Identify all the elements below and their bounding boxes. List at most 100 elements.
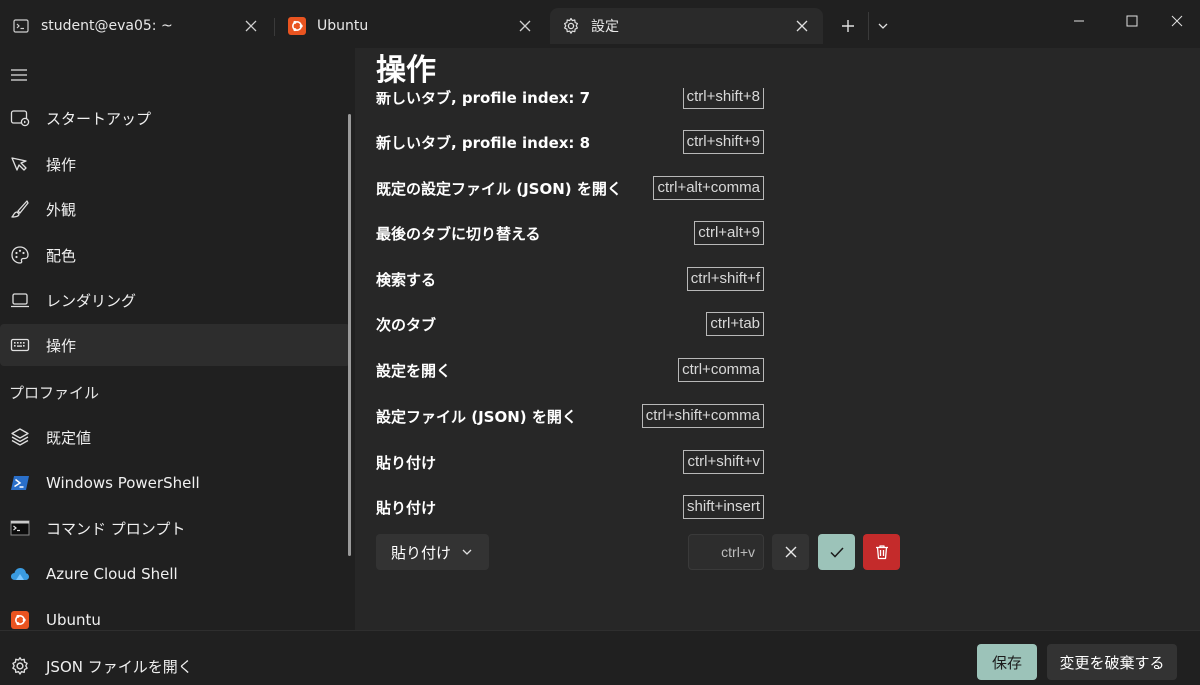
sidebar-scrollbar[interactable]	[348, 114, 351, 556]
gear-icon	[562, 17, 580, 35]
cancel-edit-button[interactable]	[772, 534, 809, 570]
palette-icon	[10, 245, 30, 265]
key-chord: ctrl+shift+v	[683, 450, 764, 474]
action-select-dropdown[interactable]: 貼り付け	[376, 534, 489, 570]
sidebar: スタートアップ 操作 外観 配色 レンダリング 操作 プロファイル 既定値 Wi…	[0, 48, 355, 685]
powershell-icon	[10, 473, 30, 493]
action-name: 新しいタブ, profile index: 8	[376, 134, 591, 152]
new-tab-button[interactable]	[834, 12, 862, 40]
tab-dropdown-button[interactable]	[868, 12, 896, 40]
close-window-button[interactable]	[1154, 4, 1200, 38]
action-select-value: 貼り付け	[391, 543, 452, 562]
sidebar-item-label: スタートアップ	[46, 109, 152, 128]
checkmark-icon	[829, 547, 844, 558]
close-icon[interactable]	[793, 17, 811, 35]
tab-title: student@eva05: ~	[41, 18, 173, 34]
sidebar-item-label: 既定値	[46, 428, 92, 447]
action-name: 貼り付け	[376, 454, 437, 472]
hamburger-menu-icon[interactable]	[10, 66, 28, 84]
sidebar-item-label: JSON ファイルを開く	[46, 657, 193, 676]
chevron-down-icon	[462, 549, 472, 555]
key-chord: ctrl+tab	[706, 312, 764, 336]
keybinding-row[interactable]: 設定を開く ctrl+comma	[376, 347, 764, 393]
tab-title: 設定	[591, 19, 619, 35]
action-name: 貼り付け	[376, 499, 437, 517]
sidebar-item-color-schemes[interactable]: 配色	[0, 234, 350, 276]
sidebar-item-label: 外観	[46, 200, 77, 219]
trash-icon	[875, 545, 888, 560]
keybinding-row[interactable]: 最後のタブに切り替える ctrl+alt+9	[376, 210, 764, 256]
sidebar-item-actions[interactable]: 操作	[0, 324, 350, 366]
keybinding-row[interactable]: 貼り付け ctrl+shift+v	[376, 439, 764, 485]
sidebar-item-ubuntu[interactable]: Ubuntu	[0, 599, 350, 641]
ubuntu-icon	[288, 17, 306, 35]
discard-changes-button[interactable]: 変更を破棄する	[1047, 644, 1177, 680]
sidebar-item-label: 操作	[46, 336, 77, 355]
keybinding-row[interactable]: 次のタブ ctrl+tab	[376, 301, 764, 347]
sidebar-item-label: コマンド プロンプト	[46, 519, 186, 538]
sidebar-item-label: Windows PowerShell	[46, 474, 200, 492]
keyboard-icon	[10, 335, 30, 355]
title-mask	[355, 48, 1200, 88]
open-json-file-button[interactable]: JSON ファイルを開く	[0, 645, 350, 685]
monitor-icon	[10, 290, 30, 310]
sidebar-item-windows-powershell[interactable]: Windows PowerShell	[0, 462, 350, 504]
maximize-button[interactable]	[1109, 4, 1155, 38]
chevron-down-icon	[878, 23, 887, 29]
action-name: 設定ファイル (JSON) を開く	[376, 408, 577, 426]
terminal-icon	[12, 17, 30, 35]
key-chord: ctrl+shift+comma	[641, 404, 764, 428]
tab-separator	[274, 18, 275, 36]
sidebar-item-azure-cloud-shell[interactable]: Azure Cloud Shell	[0, 553, 350, 595]
azure-cloud-icon	[10, 564, 30, 584]
keybinding-row[interactable]: 検索する ctrl+shift+f	[376, 256, 764, 302]
sidebar-item-rendering[interactable]: レンダリング	[0, 279, 350, 321]
key-chord: ctrl+alt+9	[694, 221, 764, 245]
tab-ubuntu[interactable]: Ubuntu	[276, 8, 546, 44]
key-chord: shift+insert	[683, 495, 764, 519]
sidebar-item-command-prompt[interactable]: コマンド プロンプト	[0, 507, 350, 549]
action-name: 設定を開く	[376, 362, 452, 380]
footer-bar: 保存 変更を破棄する	[355, 630, 1200, 685]
sidebar-divider	[0, 630, 355, 631]
keybinding-row[interactable]: 設定ファイル (JSON) を開く ctrl+shift+comma	[376, 393, 764, 439]
action-name: 次のタブ	[376, 316, 437, 334]
close-icon[interactable]	[242, 17, 260, 35]
page-title: 操作	[376, 50, 446, 92]
sidebar-item-interaction[interactable]: 操作	[0, 143, 350, 185]
actions-page: 新しいタブ, profile index: 7 ctrl+shift+8 操作 …	[355, 48, 1200, 630]
profiles-header: プロファイル	[9, 384, 100, 402]
minimize-button[interactable]	[1056, 4, 1102, 38]
sidebar-item-defaults[interactable]: 既定値	[0, 416, 350, 458]
brush-icon	[10, 199, 30, 219]
tab-title: Ubuntu	[317, 18, 369, 34]
plus-icon	[842, 20, 854, 32]
keybinding-row[interactable]: 既定の設定ファイル (JSON) を開く ctrl+alt+comma	[376, 165, 764, 211]
sidebar-item-label: 配色	[46, 246, 77, 265]
key-chord: ctrl+alt+comma	[653, 176, 764, 200]
startup-icon	[10, 108, 30, 128]
delete-binding-button[interactable]	[863, 534, 900, 570]
interaction-icon	[10, 154, 30, 174]
key-chord: ctrl+shift+f	[686, 267, 764, 291]
ubuntu-icon	[10, 610, 30, 630]
key-chord: ctrl+shift+9	[682, 130, 764, 154]
minimize-icon	[1074, 20, 1084, 22]
gear-icon	[10, 656, 30, 676]
action-name: 最後のタブに切り替える	[376, 225, 541, 243]
save-button[interactable]: 保存	[977, 644, 1037, 680]
close-icon[interactable]	[516, 17, 534, 35]
keybinding-row[interactable]: 新しいタブ, profile index: 8 ctrl+shift+9	[376, 119, 764, 165]
keybinding-row[interactable]: 貼り付け shift+insert	[376, 484, 764, 530]
sidebar-item-label: Azure Cloud Shell	[46, 565, 178, 583]
sidebar-item-startup[interactable]: スタートアップ	[0, 97, 350, 139]
action-name: 検索する	[376, 271, 437, 289]
tab-settings[interactable]: 設定	[550, 8, 823, 44]
tab-student-terminal[interactable]: student@eva05: ~	[0, 8, 272, 44]
accept-edit-button[interactable]	[818, 534, 855, 570]
keybinding-edit-row: 貼り付け ctrl+v	[376, 534, 906, 570]
close-icon	[785, 546, 796, 558]
sidebar-item-label: レンダリング	[46, 291, 137, 310]
sidebar-item-appearance[interactable]: 外観	[0, 188, 350, 230]
keys-input[interactable]: ctrl+v	[688, 534, 764, 570]
